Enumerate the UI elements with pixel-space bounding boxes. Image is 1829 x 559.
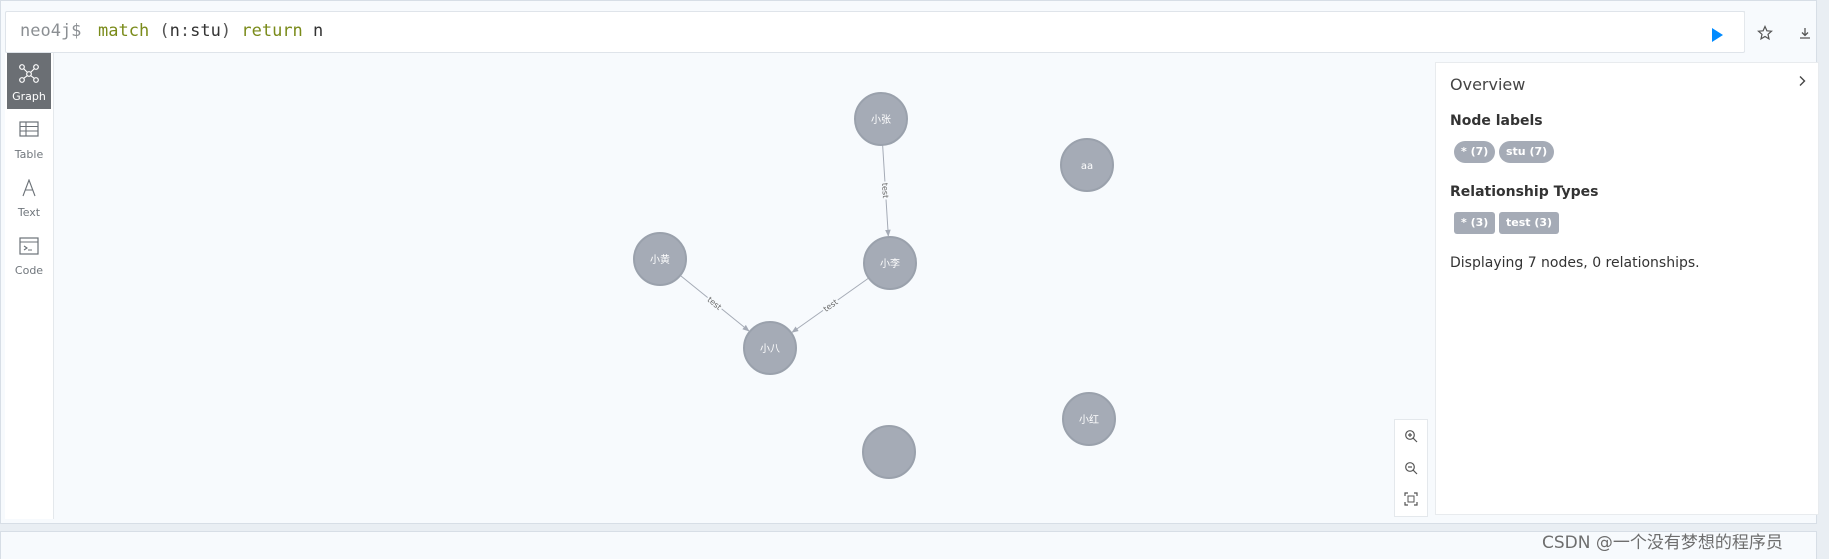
rel-type-pill-test[interactable]: test (3) (1499, 212, 1560, 234)
chevron-right-icon (1799, 76, 1806, 86)
view-switcher: Graph Table Text Code (5, 53, 54, 519)
table-icon (19, 121, 39, 137)
node-labels-heading: Node labels (1450, 113, 1543, 129)
download-button[interactable] (1793, 21, 1817, 45)
play-icon (1712, 28, 1723, 42)
node-label-pill-all[interactable]: * (7) (1454, 141, 1496, 163)
star-icon (1757, 25, 1773, 41)
fit-screen-button[interactable] (1399, 487, 1423, 511)
query-token: ) (220, 21, 242, 41)
editor-prompt: neo4j$ (20, 21, 82, 41)
rel-type-pill-all[interactable]: * (3) (1454, 212, 1496, 234)
graph-node-label: 小李 (880, 257, 900, 270)
graph-node[interactable] (862, 425, 916, 479)
run-query-button[interactable] (1705, 23, 1729, 47)
editor-separator (1744, 11, 1745, 51)
view-graph[interactable]: Graph (7, 53, 51, 109)
download-icon (1800, 28, 1810, 39)
zoom-in-button[interactable] (1399, 424, 1423, 448)
graph-node[interactable]: aa (1060, 138, 1114, 192)
graph-node[interactable]: 小李 (863, 236, 917, 290)
query-token: return (241, 21, 303, 41)
overview-title: Overview (1450, 75, 1526, 94)
graph-node-label: 小八 (760, 343, 780, 355)
view-code-label: Code (14, 264, 44, 277)
view-table-label: Table (14, 148, 44, 161)
view-graph-label: Graph (12, 90, 46, 103)
zoom-in-icon (1405, 430, 1418, 443)
graph-canvas[interactable]: testtest test小张小李小黄小八aa小红 (53, 53, 1433, 519)
watermark: CSDN @一个没有梦想的程序员 (1542, 533, 1783, 553)
code-icon (19, 237, 39, 255)
graph-node[interactable]: 小八 (743, 321, 797, 375)
relationship-types-heading: Relationship Types (1450, 184, 1599, 200)
graph-node-label: 小黄 (650, 253, 670, 266)
query-token: match (98, 21, 150, 41)
query-editor[interactable]: neo4j$ match (n:stu) return n (5, 11, 1745, 53)
query-token: n (302, 21, 324, 41)
favorite-button[interactable] (1753, 21, 1777, 45)
graph-node[interactable]: 小张 (854, 92, 908, 146)
overview-summary: Displaying 7 nodes, 0 relationships. (1450, 255, 1700, 271)
graph-node-label: aa (1081, 161, 1093, 172)
node-label-pill-stu[interactable]: stu (7) (1499, 141, 1555, 163)
collapse-overview-button[interactable] (1796, 71, 1808, 92)
query-token: stu (190, 21, 221, 41)
graph-node-label: 小张 (871, 114, 891, 126)
graph-node[interactable]: 小红 (1062, 392, 1116, 446)
result-frame: neo4j$ match (n:stu) return n Graph Tabl… (0, 0, 1819, 524)
zoom-out-button[interactable] (1399, 456, 1423, 480)
query-token: n (169, 21, 180, 41)
zoom-out-icon (1405, 462, 1418, 475)
view-code[interactable]: Code (7, 227, 51, 283)
fit-screen-icon (1404, 492, 1418, 506)
overview-panel: Overview Node labels * (7) stu (7) Relat… (1435, 62, 1819, 515)
graph-node-label: 小红 (1079, 413, 1099, 426)
view-text[interactable]: Text (7, 169, 51, 225)
graph-node[interactable]: 小黄 (633, 232, 687, 286)
view-text-label: Text (17, 206, 41, 219)
query-token: ( (149, 21, 170, 41)
graph-node-circle[interactable] (862, 425, 916, 479)
query-token: : (179, 21, 191, 41)
text-icon (22, 178, 36, 197)
query-text[interactable]: match (n:stu) return n (98, 21, 323, 41)
zoom-controls (1394, 419, 1428, 517)
view-table[interactable]: Table (7, 111, 51, 167)
graph-icon (19, 64, 39, 83)
relationship-type-label: test (880, 183, 890, 199)
